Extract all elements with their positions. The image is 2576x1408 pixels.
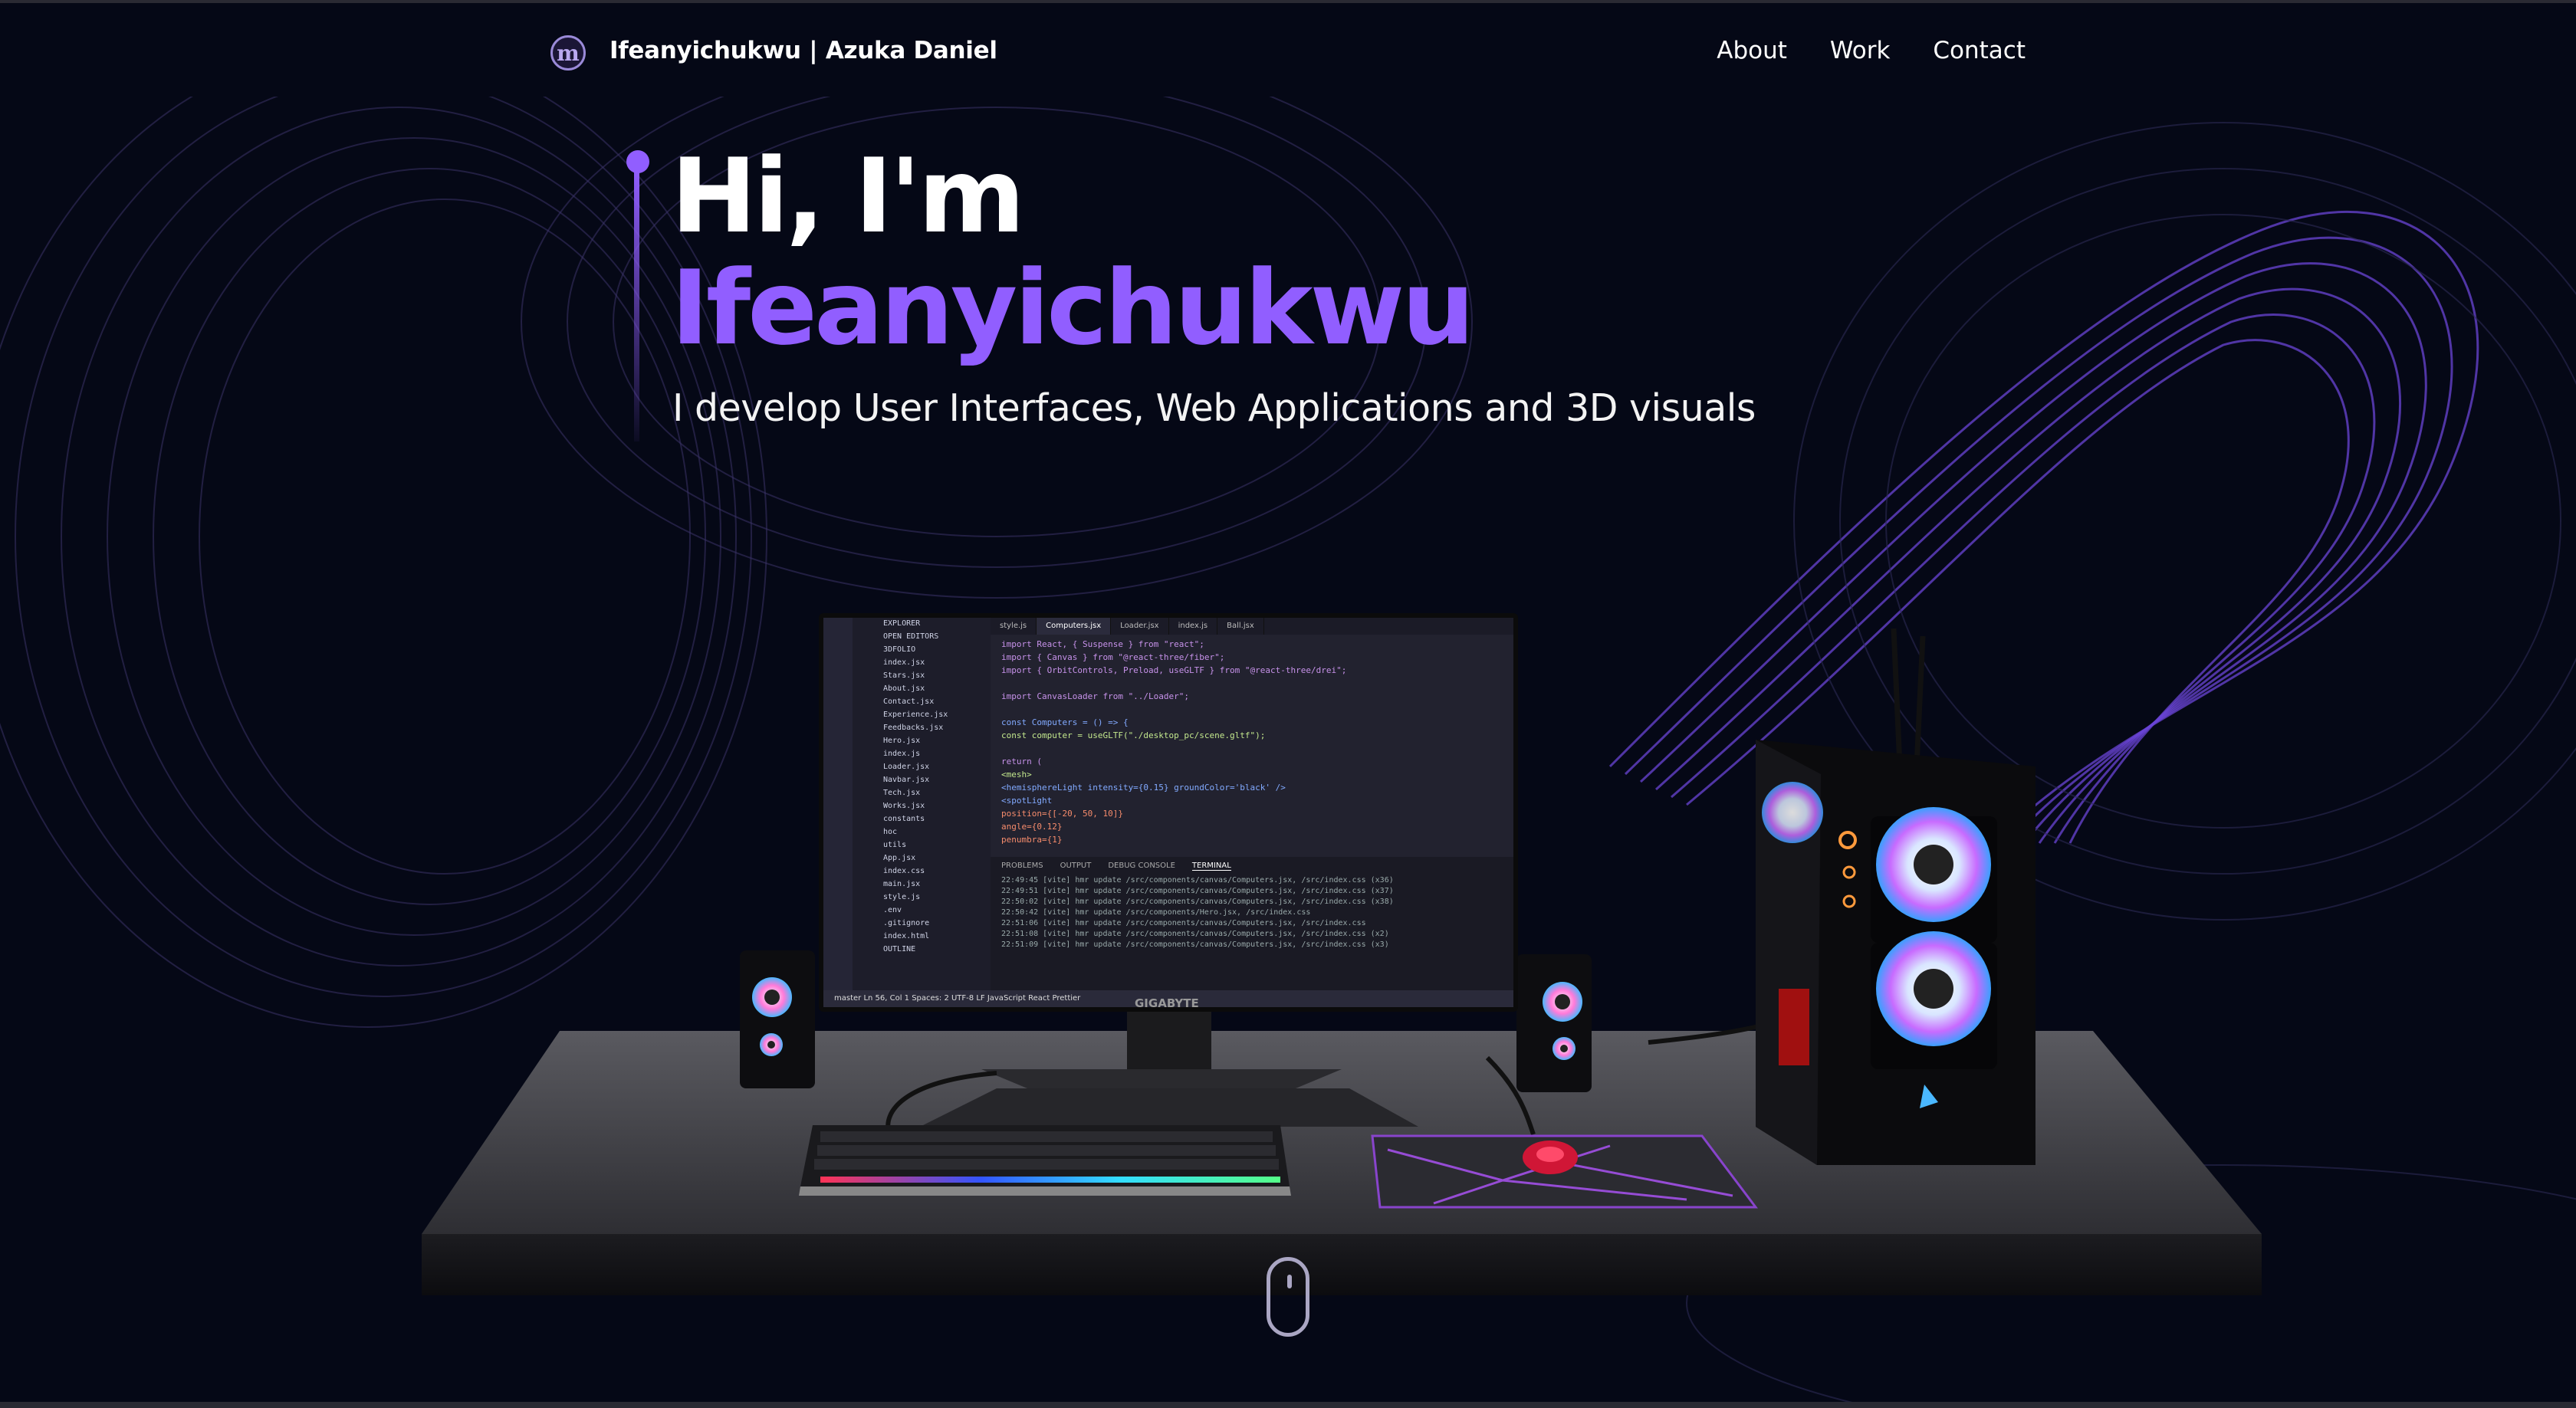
terminal-line: 22:49:45 [vite] hmr update /src/componen…	[1001, 876, 1394, 885]
code-line: penumbra={1}	[1001, 835, 1063, 845]
terminal-tab: DEBUG CONSOLE	[1108, 862, 1175, 870]
vscode-code: import React, { Suspense } from "react";…	[991, 635, 1513, 857]
explorer-item: .gitignore	[883, 919, 930, 927]
explorer-item: Navbar.jsx	[883, 776, 930, 784]
terminal-line: 22:50:02 [vite] hmr update /src/componen…	[1001, 898, 1394, 906]
scroll-indicator[interactable]	[1267, 1257, 1309, 1337]
explorer-item: Feedbacks.jsx	[883, 724, 944, 732]
code-line: import { Canvas } from "@react-three/fib…	[1001, 652, 1225, 662]
left-speaker	[740, 950, 815, 1088]
editor-tab: Loader.jsx	[1111, 618, 1169, 635]
code-line: import React, { Suspense } from "react";	[1001, 639, 1204, 649]
explorer-item: constants	[883, 815, 925, 823]
terminal-tab: PROBLEMS	[1001, 862, 1043, 870]
explorer-item: index.css	[883, 867, 925, 875]
terminal-tab-active: TERMINAL	[1191, 862, 1231, 871]
terminal-tab: OUTPUT	[1060, 862, 1092, 870]
terminal-line: 22:49:51 [vite] hmr update /src/componen…	[1001, 887, 1394, 895]
explorer-item: style.js	[883, 893, 921, 901]
terminal-line: 22:50:42 [vite] hmr update /src/componen…	[1001, 908, 1311, 917]
editor-tab: style.js	[991, 618, 1037, 635]
code-line: angle={0.12}	[1001, 822, 1063, 832]
editor-tab: index.js	[1169, 618, 1218, 635]
code-line: const computer = useGLTF("./desktop_pc/s…	[1001, 730, 1266, 740]
code-line: <spotLight	[1001, 796, 1053, 806]
terminal-line: 22:51:06 [vite] hmr update /src/componen…	[1001, 919, 1366, 927]
explorer-item: Experience.jsx	[883, 711, 948, 719]
right-speaker	[1516, 954, 1592, 1092]
monitor-brand: GIGABYTE	[1135, 996, 1199, 1010]
code-line: import { OrbitControls, Preload, useGLTF…	[1001, 665, 1347, 675]
explorer-item: Contact.jsx	[883, 697, 935, 706]
explorer-item: Works.jsx	[883, 802, 925, 810]
explorer-item: utils	[883, 841, 907, 849]
explorer-item: OPEN EDITORS	[883, 632, 939, 641]
explorer-item: Loader.jsx	[883, 763, 930, 771]
code-line: <hemisphereLight intensity={0.15} ground…	[1001, 783, 1286, 793]
explorer-item: About.jsx	[883, 684, 925, 693]
explorer-item: index.js	[883, 750, 921, 758]
explorer-item: 3DFOLIO	[883, 645, 916, 654]
vscode-tabs: style.js Computers.jsx Loader.jsx index.…	[991, 618, 1513, 635]
explorer-item: EXPLORER	[883, 619, 921, 628]
explorer-item: Stars.jsx	[883, 671, 925, 680]
vscode-explorer: EXPLORER OPEN EDITORS 3DFOLIO index.jsx …	[853, 618, 991, 1007]
explorer-item: index.jsx	[883, 658, 925, 667]
explorer-item: App.jsx	[883, 854, 916, 862]
pc-tower	[1756, 628, 2036, 1165]
editor-tab-active: Computers.jsx	[1037, 618, 1112, 635]
terminal-line: 22:51:08 [vite] hmr update /src/componen…	[1001, 930, 1389, 938]
code-line: import CanvasLoader from "../Loader";	[1001, 691, 1190, 701]
explorer-item: index.html	[883, 932, 930, 940]
explorer-item: main.jsx	[883, 880, 921, 888]
explorer-item: Tech.jsx	[883, 789, 921, 797]
mouse	[1523, 1141, 1578, 1174]
scroll-dot	[1287, 1275, 1292, 1288]
explorer-item: .env	[883, 906, 902, 914]
vscode-activity-bar	[823, 618, 853, 1007]
code-line: return (	[1001, 757, 1042, 766]
explorer-item: Hero.jsx	[883, 737, 921, 745]
explorer-item: OUTLINE	[883, 945, 916, 953]
code-line: <mesh>	[1001, 770, 1032, 779]
explorer-item: hoc	[883, 828, 898, 836]
code-line: const Computers = () => {	[1001, 717, 1129, 727]
keyboard	[799, 1125, 1291, 1196]
editor-tab: Ball.jsx	[1217, 618, 1264, 635]
terminal-line: 22:51:09 [vite] hmr update /src/componen…	[1001, 940, 1389, 949]
vscode-terminal: PROBLEMS OUTPUT DEBUG CONSOLE TERMINAL 2…	[991, 857, 1513, 990]
monitor-screen: EXPLORER OPEN EDITORS 3DFOLIO index.jsx …	[819, 613, 1518, 1012]
code-line: position={[-20, 50, 10]}	[1001, 809, 1123, 819]
